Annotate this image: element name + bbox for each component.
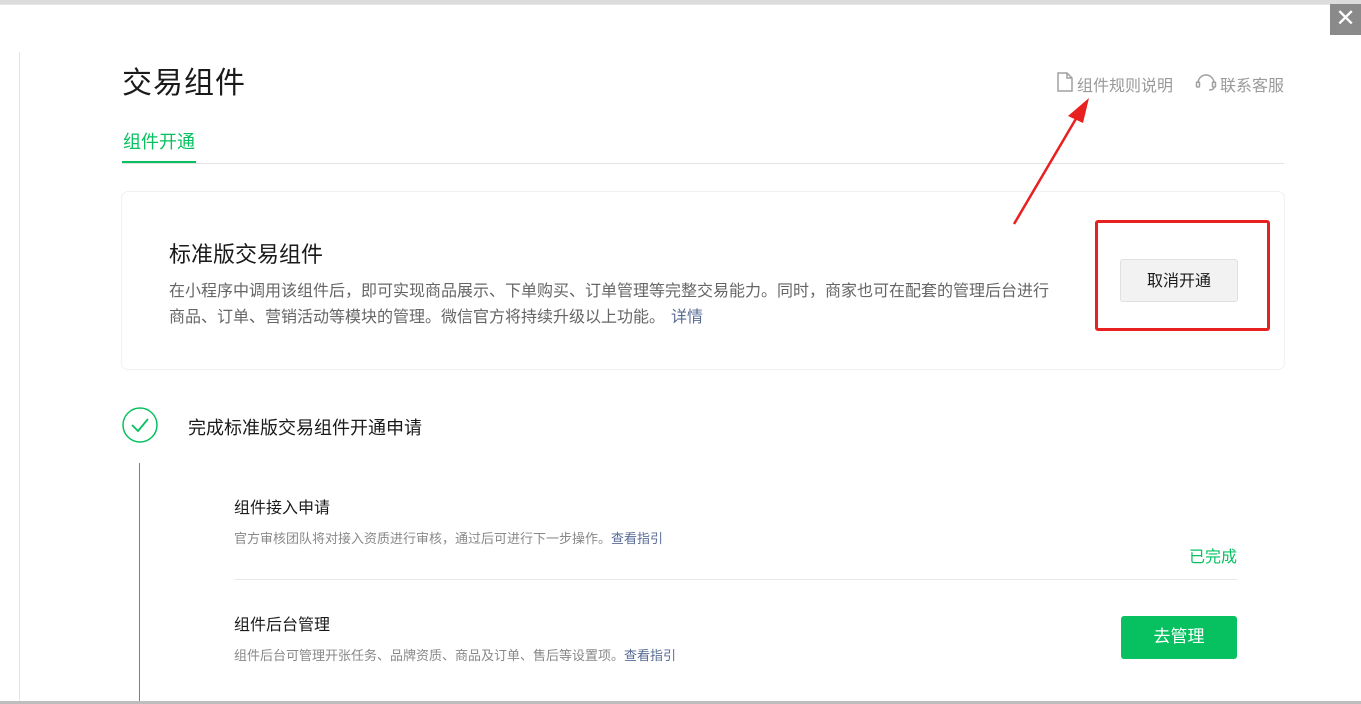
status-completed: 已完成 — [1188, 547, 1237, 566]
steps-panel: 组件接入申请 官方审核团队将对接入资质进行审核，通过后可进行下一步操作。查看指引… — [186, 463, 1284, 704]
cancel-activation-button[interactable]: 取消开通 — [1120, 259, 1238, 302]
check-circle-icon — [122, 407, 158, 443]
close-icon: ✕ — [1335, 4, 1356, 32]
go-manage-button[interactable]: 去管理 — [1121, 616, 1237, 659]
document-icon — [1056, 72, 1077, 96]
customer-service-label: 联系客服 — [1219, 76, 1284, 95]
card-description-text: 在小程序中调用该组件后，即可实现商品展示、下单购买、订单管理等完整交易能力。同时… — [169, 281, 1050, 326]
card-description: 在小程序中调用该组件后，即可实现商品展示、下单购买、订单管理等完整交易能力。同时… — [169, 278, 1059, 330]
page-title: 交易组件 — [122, 66, 246, 101]
card-title: 标准版交易组件 — [169, 243, 324, 268]
item-description: 组件后台可管理开张任务、品牌资质、商品及订单、售后等设置项。查看指引 — [234, 645, 1237, 664]
view-guide-link[interactable]: 查看指引 — [624, 649, 676, 664]
item-description: 官方审核团队将对接入资质进行审核，通过后可进行下一步操作。查看指引 — [234, 528, 1237, 547]
header-links: 组件规则说明 联系客服 — [1056, 72, 1284, 96]
rules-link-label: 组件规则说明 — [1076, 76, 1173, 95]
item-title: 组件接入申请 — [234, 498, 331, 517]
item-description-text: 官方审核团队将对接入资质进行审核，通过后可进行下一步操作。 — [234, 532, 612, 547]
list-item-access-application: 组件接入申请 官方审核团队将对接入资质进行审核，通过后可进行下一步操作。查看指引… — [234, 494, 1237, 566]
step-connector-line — [139, 463, 140, 704]
step-title: 完成标准版交易组件开通申请 — [188, 418, 422, 439]
tab-bar: 组件开通 — [122, 128, 1284, 164]
rules-link[interactable]: 组件规则说明 — [1056, 72, 1173, 96]
tab-component-activation[interactable]: 组件开通 — [122, 128, 196, 163]
customer-service-link[interactable]: 联系客服 — [1195, 72, 1284, 96]
list-item-backend-management: 组件后台管理 组件后台可管理开张任务、品牌资质、商品及订单、售后等设置项。查看指… — [234, 611, 1237, 664]
details-link[interactable]: 详情 — [671, 307, 703, 326]
left-divider — [19, 52, 20, 704]
view-guide-link[interactable]: 查看指引 — [611, 532, 663, 547]
headset-icon — [1195, 72, 1220, 96]
close-button[interactable]: ✕ — [1330, 4, 1361, 35]
main-content: 交易组件 组件规则说明 联系客服 组件开通 标准版交易组件 在小程序中调用该组件… — [122, 0, 1284, 704]
item-divider — [234, 579, 1237, 580]
item-title: 组件后台管理 — [234, 615, 331, 634]
standard-component-card: 标准版交易组件 在小程序中调用该组件后，即可实现商品展示、下单购买、订单管理等完… — [122, 192, 1284, 369]
item-description-text: 组件后台可管理开张任务、品牌资质、商品及订单、售后等设置项。 — [234, 649, 625, 664]
